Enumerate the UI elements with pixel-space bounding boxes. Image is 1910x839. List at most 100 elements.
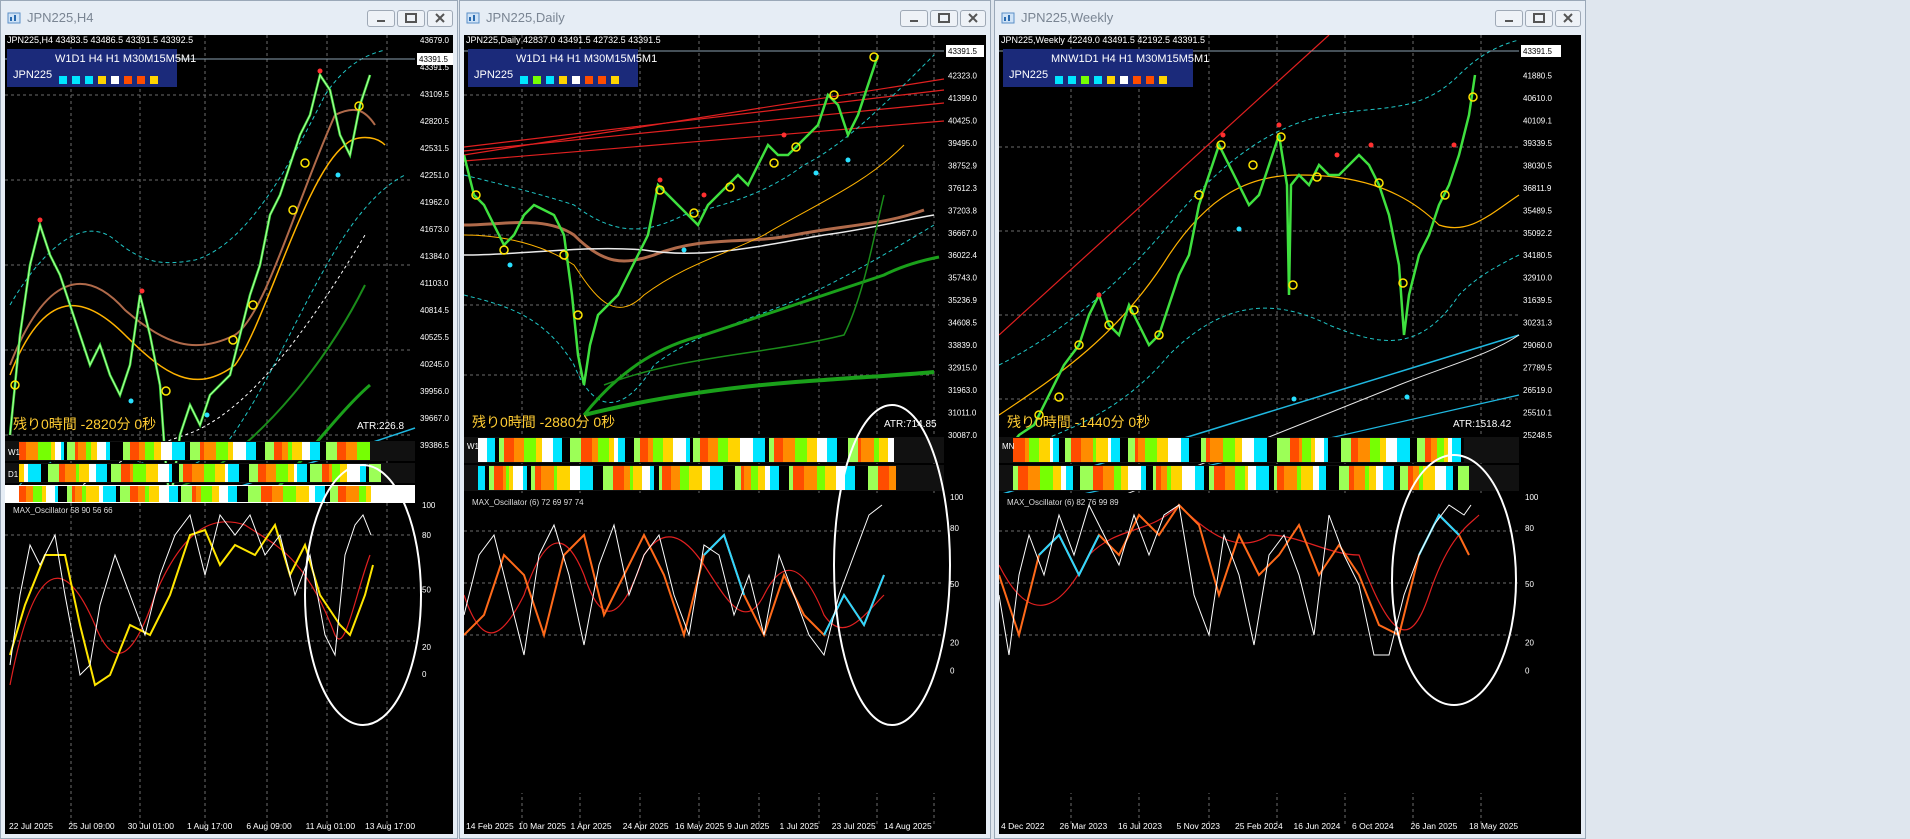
window-titlebar[interactable]: JPN225,Daily [460,1,990,35]
close-button[interactable] [427,10,453,27]
window-titlebar[interactable]: JPN225,H4 [1,1,457,35]
chart-window-h4[interactable]: JPN225,H4 残り0時間 -2820分 0秒 ATR:226.8 W1 D… [0,0,458,839]
timeframe-panel: MNW1D1 H4 H1 M30M15M5M1 JPN225 [1003,49,1209,87]
timeframe-swatch [1094,76,1102,84]
window-title: JPN225,Daily [486,10,565,25]
trend-cell [1349,466,1354,490]
trend-cell [1111,438,1120,462]
trend-cell [233,442,246,460]
trend-cell [702,466,710,490]
maximize-button[interactable] [397,10,425,27]
close-button[interactable] [1555,10,1581,27]
trend-cell [110,442,123,460]
trend-cell [246,442,256,460]
trend-cell [1453,466,1458,490]
price-tick: 35092.2 [1523,229,1552,238]
minimize-button[interactable] [367,10,395,27]
chart-area[interactable]: 残り0時間 -2820分 0秒 ATR:226.8 W1 D1 MAX_Osci… [5,35,453,834]
trend-cell [613,466,624,490]
trend-cell [1153,466,1156,490]
price-tick: 41384.0 [420,252,449,261]
trend-cell [204,442,216,460]
trend-cell [1138,438,1145,462]
trend-cell [1141,466,1146,490]
time-tick: 26 Mar 2023 [1060,821,1108,831]
price-chart[interactable]: 残り0時間 -2880分 0秒 ATR:714.85 W1 MAX_Oscill… [464,35,986,834]
trend-cell [1376,466,1383,490]
trend-cell [1301,466,1313,490]
trend-cell [76,464,79,482]
price-chart[interactable]: 残り0時間 -2820分 0秒 ATR:226.8 W1 D1 MAX_Osci… [5,35,453,834]
trend-cell [478,438,487,462]
trend-cell [204,464,215,482]
trend-cell [228,464,239,482]
trend-cell [1354,466,1365,490]
symbol-ohlc: JPN225,H4 43483.5 43486.5 43391.5 43392.… [7,35,194,45]
oscillator-tick: 20 [422,643,431,652]
trend-cell [1446,466,1453,490]
trend-cell [1448,438,1452,462]
chart-area[interactable]: 残り0時間 -1440分 0秒 ATR:1518.42 MN MAX_Oscil… [999,35,1581,834]
countdown-text: 残り0時間 -2820分 0秒 [13,416,156,432]
minimize-button[interactable] [1495,10,1523,27]
close-button[interactable] [960,10,986,27]
trend-cell [1157,438,1168,462]
trend-cell [1103,466,1114,490]
maximize-icon [405,13,417,23]
minimize-button[interactable] [900,10,928,27]
trend-cell [1210,438,1223,462]
trend-cell [1242,438,1254,462]
trend-cell [1161,466,1167,490]
trend-cell [201,486,212,502]
trend-cell [288,464,294,482]
trend-cell [107,464,111,482]
trend-cell [509,466,513,490]
trend-cell [1452,438,1461,462]
price-tick: 40425.0 [948,116,977,125]
trend-cell [1277,466,1284,490]
price-tick: 40610.0 [1523,94,1552,103]
trend-cell [1365,466,1369,490]
trend-cell [322,464,329,482]
oscillator-label: MAX_Oscillator 58 90 56 66 [13,506,113,515]
price-tick: 41880.5 [1523,71,1552,80]
maximize-button[interactable] [930,10,958,27]
price-chart[interactable]: 残り0時間 -1440分 0秒 ATR:1518.42 MN MAX_Oscil… [999,35,1581,834]
timeframe-swatch [98,76,106,84]
maximize-button[interactable] [1525,10,1553,27]
countdown-text: 残り0時間 -2880分 0秒 [472,414,615,430]
trend-cell [1204,466,1209,490]
trend-cell [123,442,130,460]
trend-cell [225,464,228,482]
oscillator-label: MAX_Oscillator (6) 72 69 97 74 [472,498,584,507]
trend-cell [1315,438,1324,462]
price-tick: 36811.9 [1523,184,1552,193]
price-tick: 41962.0 [420,198,449,207]
trend-cell [183,464,192,482]
trend-cell [642,466,650,490]
time-tick: 9 Jun 2025 [727,821,769,831]
chart-window-daily[interactable]: JPN225,Daily 残り0時間 -2880分 0秒 ATR:714.85 … [459,0,991,839]
timeframe-swatch [1055,76,1063,84]
price-tick: 29060.0 [1523,341,1552,350]
trend-cell [146,464,158,482]
price-series [1003,74,1477,456]
trend-cell [614,438,618,462]
trend-cell [154,442,161,460]
price-tick: 39667.0 [420,414,449,423]
time-tick: 6 Oct 2024 [1352,821,1394,831]
price-tick: 39339.5 [1523,139,1552,148]
chart-window-weekly[interactable]: JPN225,Weekly 残り0時間 -1440分 0秒 ATR:1518.4… [994,0,1586,839]
trend-cell [1201,438,1206,462]
trend-cell [200,442,204,460]
symbol-label: JPN225 [474,69,514,81]
trend-cell [91,442,97,460]
trend-cell [1284,466,1297,490]
close-icon [1563,13,1573,23]
symbol-label: JPN225 [1009,69,1049,81]
window-titlebar[interactable]: JPN225,Weekly [995,1,1585,35]
trend-cell [878,466,889,490]
trend-cell [741,466,744,490]
ma-orange [464,144,905,308]
chart-area[interactable]: 残り0時間 -2880分 0秒 ATR:714.85 W1 MAX_Oscill… [464,35,986,834]
